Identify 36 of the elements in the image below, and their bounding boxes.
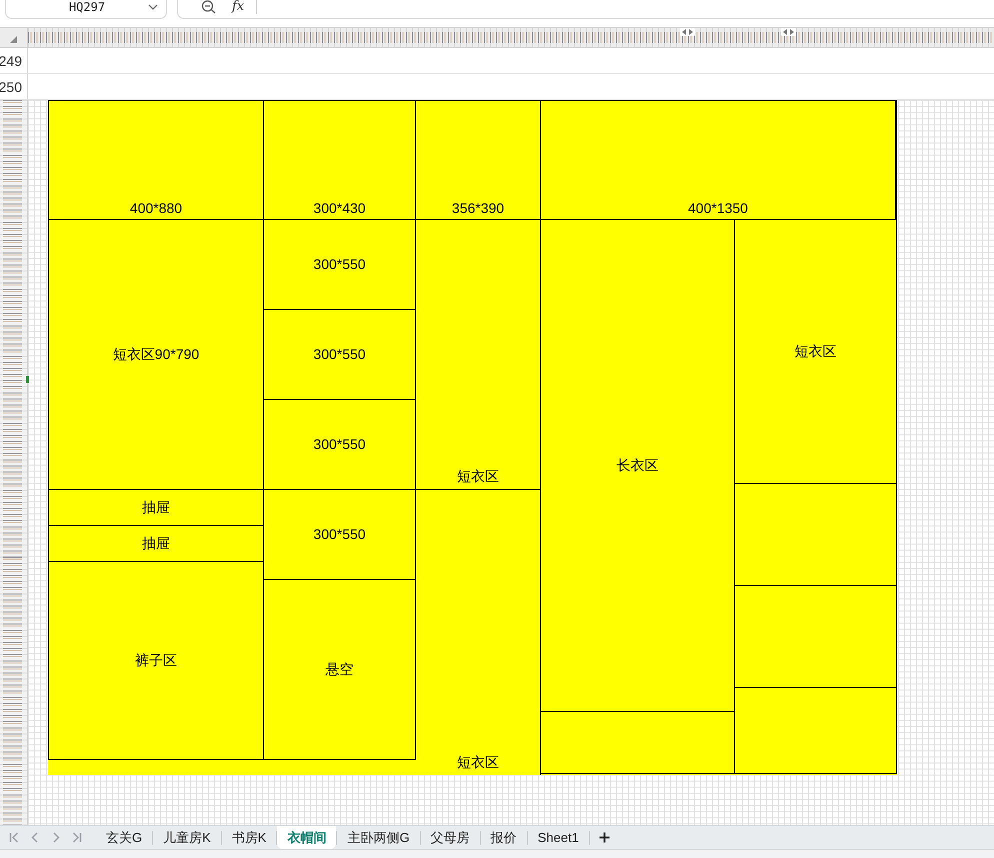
section-label: 短衣区 — [457, 468, 499, 485]
name-box[interactable]: HQ297 — [5, 0, 167, 19]
section-label: 短衣区 — [794, 343, 836, 360]
sheet-tab[interactable]: 父母房 — [420, 826, 480, 849]
dimension-label: 400*1350 — [688, 200, 748, 217]
sheet-tab[interactable]: 玄关G — [96, 826, 152, 849]
skip-to-start-icon[interactable] — [9, 832, 19, 843]
section-label: 300*550 — [313, 526, 366, 543]
dimension-label: 400*880 — [130, 200, 182, 217]
section-label: 长衣区 — [616, 457, 658, 474]
sheet-tab[interactable]: Sheet1 — [528, 826, 589, 849]
section-label: 抽屉 — [142, 499, 170, 516]
active-row-marker — [26, 376, 29, 383]
sheet-tab[interactable]: 主卧两侧G — [337, 826, 420, 849]
section-label: 短衣区90*790 — [112, 346, 200, 363]
sheet-tab[interactable]: 报价 — [480, 826, 527, 849]
section-label: 300*550 — [313, 436, 366, 453]
formula-bar[interactable]: fx — [177, 0, 994, 19]
dimension-label: 300*430 — [313, 200, 366, 217]
double-arrow-icon[interactable] — [781, 28, 796, 36]
sheet-tab[interactable]: 儿童房K — [153, 826, 221, 849]
double-arrow-icon[interactable] — [680, 28, 695, 36]
section-label: 300*550 — [313, 256, 366, 273]
dimension-label: 356*390 — [452, 200, 504, 217]
section-label: 悬空 — [326, 661, 354, 678]
section-label: 300*550 — [313, 346, 366, 363]
caret-icon[interactable] — [148, 4, 158, 10]
section-label: 抽屉 — [142, 535, 170, 552]
insert-function-button[interactable]: fx — [232, 0, 244, 14]
section-label: 短衣区 — [457, 754, 499, 771]
sheet-tab[interactable]: 衣帽间 — [277, 826, 336, 849]
section-label: 裤子区 — [135, 652, 177, 669]
magnifier-icon[interactable] — [201, 0, 216, 14]
select-all-triangle-icon[interactable] — [10, 36, 17, 43]
sheet-tab[interactable]: 书房K — [222, 826, 276, 849]
plus-icon[interactable] — [598, 832, 610, 843]
